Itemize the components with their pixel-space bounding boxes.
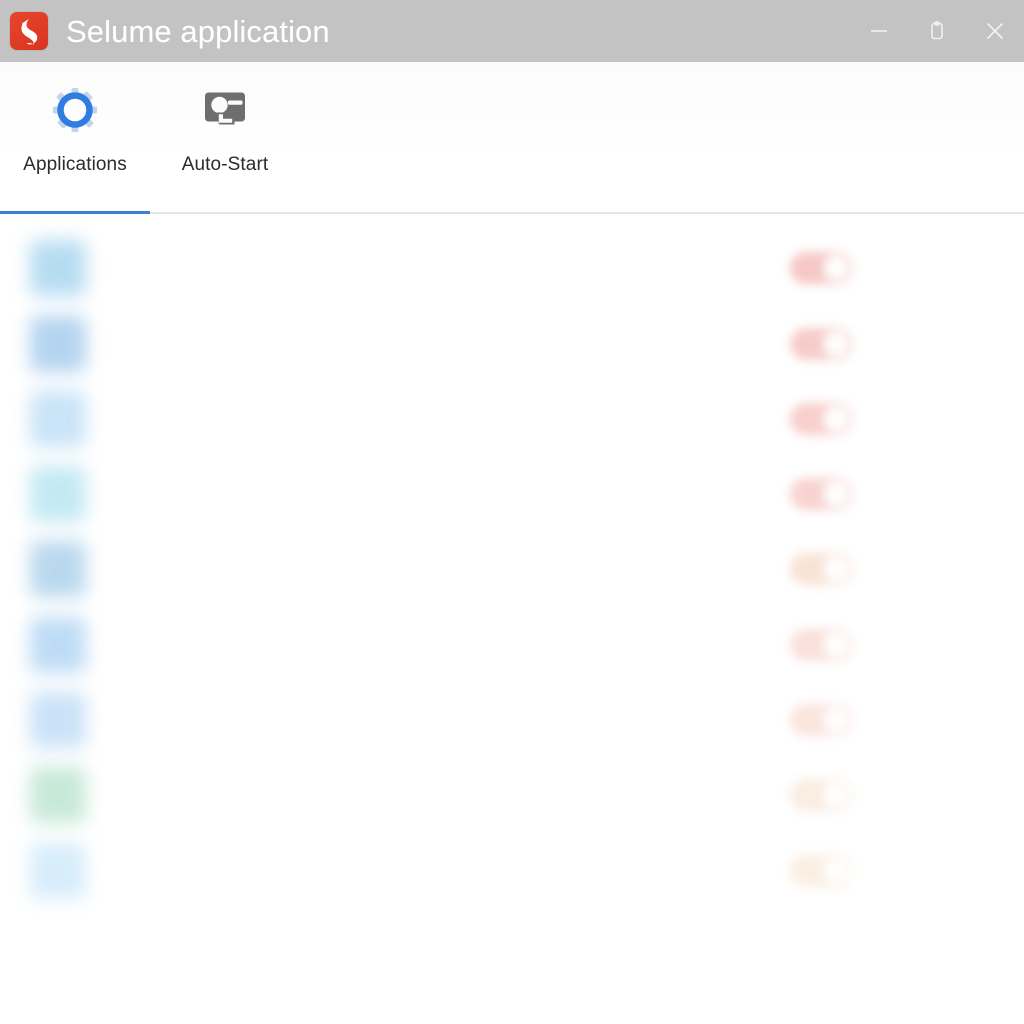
app-icon	[30, 391, 86, 447]
table-row[interactable]	[0, 757, 1024, 833]
selume-logo-icon	[10, 12, 48, 50]
toggle-knob	[823, 632, 849, 658]
maximize-icon	[924, 18, 950, 44]
startup-folder-icon	[199, 84, 251, 136]
table-row[interactable]	[0, 381, 1024, 457]
app-icon	[30, 617, 86, 673]
application-window: Selume application Applications Auto-Sta…	[0, 0, 1024, 1024]
close-icon	[983, 19, 1007, 43]
minimize-button[interactable]	[850, 0, 908, 62]
enable-toggle[interactable]	[790, 704, 852, 736]
enable-toggle[interactable]	[790, 403, 852, 435]
app-icon	[30, 767, 86, 823]
toggle-knob	[823, 782, 849, 808]
table-row[interactable]	[0, 682, 1024, 758]
toggle-knob	[823, 481, 849, 507]
application-list[interactable]	[0, 214, 1024, 1024]
app-icon	[30, 541, 86, 597]
enable-toggle[interactable]	[790, 855, 852, 887]
minimize-icon	[868, 20, 890, 42]
toggle-knob	[823, 707, 849, 733]
app-icon	[30, 240, 86, 296]
toggle-knob	[823, 255, 849, 281]
window-title: Selume application	[66, 13, 330, 49]
enable-toggle[interactable]	[790, 478, 852, 510]
tab-bar: Applications Auto-Start	[0, 62, 1024, 214]
enable-toggle[interactable]	[790, 553, 852, 585]
app-icon	[30, 692, 86, 748]
table-row[interactable]	[0, 531, 1024, 607]
gear-icon	[49, 84, 101, 136]
enable-toggle[interactable]	[790, 779, 852, 811]
app-icon	[30, 316, 86, 372]
enable-toggle[interactable]	[790, 629, 852, 661]
table-row[interactable]	[0, 306, 1024, 382]
close-button[interactable]	[966, 0, 1024, 62]
enable-toggle[interactable]	[790, 252, 852, 284]
tab-applications-label: Applications	[23, 154, 127, 175]
app-icon	[30, 466, 86, 522]
toggle-knob	[823, 331, 849, 357]
toggle-knob	[823, 406, 849, 432]
title-bar: Selume application	[0, 0, 1024, 62]
tab-auto-start[interactable]: Auto-Start	[150, 62, 300, 214]
tab-applications[interactable]: Applications	[0, 62, 150, 214]
toggle-knob	[823, 858, 849, 884]
maximize-button[interactable]	[908, 0, 966, 62]
window-controls	[850, 0, 1024, 62]
table-row[interactable]	[0, 607, 1024, 683]
tab-auto-start-label: Auto-Start	[181, 154, 269, 175]
app-icon	[30, 843, 86, 899]
table-row[interactable]	[0, 456, 1024, 532]
table-row[interactable]	[0, 230, 1024, 306]
table-row[interactable]	[0, 833, 1024, 909]
enable-toggle[interactable]	[790, 328, 852, 360]
toggle-knob	[823, 556, 849, 582]
